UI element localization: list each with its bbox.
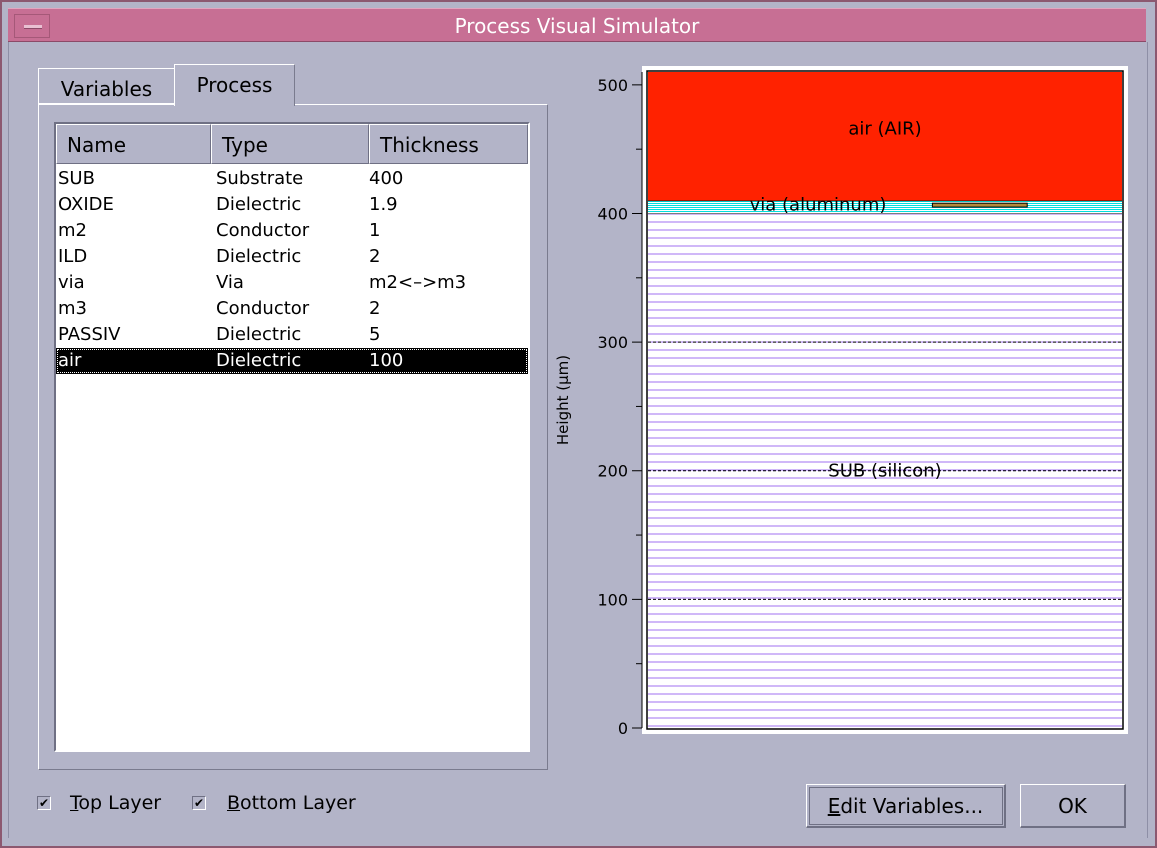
table-row-selected[interactable]: air Dielectric 100 (56, 348, 528, 374)
y-tick-label: 500 (597, 76, 628, 95)
cell-type: Dielectric (216, 246, 302, 267)
window-title: Process Visual Simulator (454, 14, 700, 38)
cell-type: Dielectric (216, 350, 302, 371)
cell-type: Conductor (216, 298, 310, 319)
column-header-name[interactable]: Name (56, 124, 211, 164)
cell-thickness: 5 (369, 324, 381, 345)
table-row[interactable]: SUB Substrate 400 (56, 166, 528, 192)
table-header: Name Type Thickness (56, 124, 528, 164)
cell-name: m3 (58, 298, 87, 319)
via-conductor (931, 202, 1028, 208)
checkmark-icon: ✔ (38, 796, 50, 810)
cell-type: Dielectric (216, 324, 302, 345)
column-header-thickness[interactable]: Thickness (369, 124, 528, 164)
y-axis-label: Height (µm) (554, 355, 572, 445)
y-tick-label: 0 (618, 719, 628, 738)
table-row[interactable]: m2 Conductor 1 (56, 218, 528, 244)
bottom-layer-label[interactable]: Bottom Layer (227, 792, 356, 814)
top-layer-label[interactable]: Top Layer (70, 792, 161, 814)
cell-name: SUB (58, 168, 95, 189)
cell-thickness: 1.9 (369, 194, 398, 215)
checkmark-icon: ✔ (193, 796, 205, 810)
cell-type: Conductor (216, 220, 310, 241)
cell-name: PASSIV (58, 324, 121, 345)
cell-thickness: 100 (369, 350, 404, 371)
y-tick-label: 200 (597, 462, 628, 481)
table-row[interactable]: OXIDE Dielectric 1.9 (56, 192, 528, 218)
cell-type: Dielectric (216, 194, 302, 215)
column-header-type[interactable]: Type (211, 124, 369, 164)
table-row[interactable]: m3 Conductor 2 (56, 296, 528, 322)
cell-thickness: 1 (369, 220, 381, 241)
top-layer-checkbox[interactable]: ✔ (37, 796, 51, 810)
y-tick-label: 100 (597, 590, 628, 609)
layer-label: via (aluminum) (750, 195, 887, 216)
cell-name: ILD (58, 246, 88, 267)
y-tick-label: 400 (597, 204, 628, 223)
layer-stack-svg: 0 100 200 300 400 500 Height (µm) SUB (silicon)… (554, 66, 1128, 738)
cell-name: OXIDE (58, 194, 114, 215)
process-stack-chart: 0 100 200 300 400 500 Height (µm) SUB (silicon)… (552, 60, 1140, 750)
layer-label: SUB (silicon) (828, 461, 941, 482)
cell-name: m2 (58, 220, 87, 241)
y-tick-label: 300 (597, 333, 628, 352)
table-row[interactable]: PASSIV Dielectric 5 (56, 322, 528, 348)
cell-thickness: 2 (369, 246, 381, 267)
bottom-layer-checkbox[interactable]: ✔ (192, 796, 206, 810)
cell-thickness: 2 (369, 298, 381, 319)
ok-button[interactable]: OK (1020, 784, 1126, 828)
tab-process[interactable]: Process (174, 64, 295, 106)
title-bar[interactable]: Process Visual Simulator (8, 8, 1146, 42)
cell-name: air (58, 350, 82, 371)
cell-type: Via (216, 272, 244, 293)
cell-name: via (58, 272, 85, 293)
cell-type: Substrate (216, 168, 304, 189)
table-row[interactable]: ILD Dielectric 2 (56, 244, 528, 270)
layer-label: air (AIR) (848, 118, 921, 139)
tab-variables[interactable]: Variables (38, 68, 175, 104)
table-row[interactable]: via Via m2<–>m3 (56, 270, 528, 296)
edit-variables-button[interactable]: Edit Variables... (806, 784, 1006, 828)
cell-thickness: m2<–>m3 (369, 272, 467, 293)
process-layer-table[interactable]: Name Type Thickness SUB Substrate 400 OX… (54, 122, 530, 752)
cell-thickness: 400 (369, 168, 404, 189)
